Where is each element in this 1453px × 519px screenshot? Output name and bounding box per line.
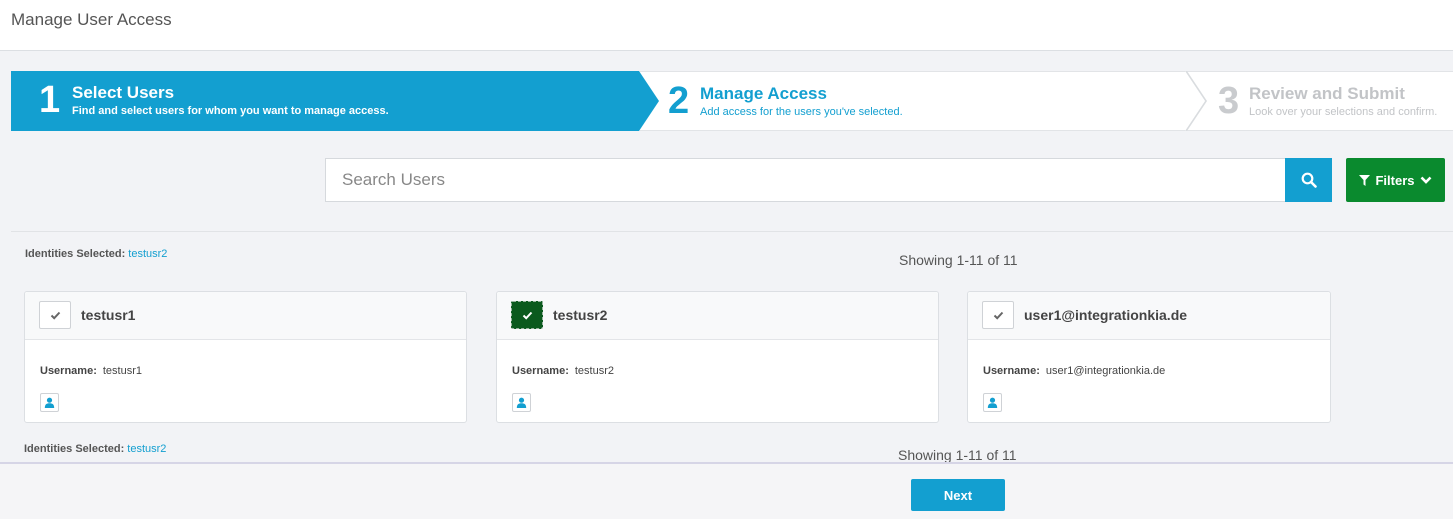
username-line: Username: testusr1 [40, 365, 142, 377]
user-name: testusr2 [553, 307, 608, 323]
next-button[interactable]: Next [911, 479, 1005, 511]
identities-selected-label: Identities Selected: [25, 248, 126, 260]
check-icon [993, 311, 1003, 320]
step-number: 1 [39, 79, 61, 121]
wizard-step-select-users[interactable]: 1 Select Users Find and select users for… [11, 71, 659, 131]
identities-selected-top: Identities Selected: testusr2 [25, 248, 167, 260]
filters-label: Filters [1375, 172, 1415, 188]
wizard-step-review-submit: 3 Review and Submit Look over your selec… [1191, 71, 1453, 131]
check-icon [522, 311, 532, 320]
step-title: Review and Submit [1249, 84, 1405, 103]
user-icon [987, 397, 998, 408]
select-checkbox-checked[interactable] [511, 301, 543, 329]
chevron-down-icon [1420, 176, 1431, 184]
username-label: Username: [512, 365, 569, 377]
selected-identity-link[interactable]: testusr2 [127, 443, 166, 455]
funnel-icon [1359, 174, 1371, 186]
footer-bar [0, 464, 1453, 519]
card-header: testusr2 [497, 292, 938, 340]
pagination-showing-top: Showing 1-11 of 11 [899, 252, 1018, 268]
username-value: testusr2 [574, 365, 614, 377]
wizard-step-manage-access[interactable]: 2 Manage Access Add access for the users… [640, 71, 1208, 131]
step-divider-chevron [1185, 71, 1207, 131]
username-line: Username: testusr2 [512, 365, 614, 377]
username-label: Username: [40, 365, 97, 377]
step-description: Look over your selections and confirm. [1249, 106, 1438, 118]
selected-identity-link[interactable]: testusr2 [128, 248, 167, 260]
user-card-testusr1[interactable]: testusr1 Username: testusr1 [24, 291, 467, 423]
card-header: user1@integrationkia.de [968, 292, 1330, 340]
user-icon [44, 397, 55, 408]
username-label: Username: [983, 365, 1040, 377]
user-detail-button[interactable] [512, 393, 531, 412]
username-value: user1@integrationkia.de [1045, 365, 1166, 377]
wizard-steps: 1 Select Users Find and select users for… [11, 71, 1453, 131]
step-description: Find and select users for whom you want … [72, 105, 389, 117]
search-button[interactable] [1285, 158, 1332, 202]
username-line: Username: user1@integrationkia.de [983, 365, 1165, 377]
step-description: Add access for the users you've selected… [700, 106, 903, 118]
search-icon [1301, 172, 1317, 188]
user-icon [516, 397, 527, 408]
card-header: testusr1 [25, 292, 466, 340]
user-name: user1@integrationkia.de [1024, 307, 1188, 323]
user-detail-button[interactable] [40, 393, 59, 412]
identities-selected-bottom: Identities Selected: testusr2 [24, 443, 166, 455]
pagination-showing-bottom: Showing 1-11 of 11 [898, 447, 1017, 463]
step-title: Manage Access [700, 84, 827, 103]
step-title: Select Users [72, 83, 175, 102]
username-value: testusr1 [102, 365, 142, 377]
step-number: 2 [668, 80, 690, 122]
select-checkbox[interactable] [39, 301, 71, 329]
user-card-user1[interactable]: user1@integrationkia.de Username: user1@i… [967, 291, 1331, 423]
identities-selected-label: Identities Selected: [24, 443, 125, 455]
check-icon [50, 311, 60, 320]
select-checkbox[interactable] [982, 301, 1014, 329]
step-number: 3 [1218, 80, 1240, 122]
divider [11, 231, 1453, 232]
page-header: Manage User Access [0, 0, 1453, 51]
user-name: testusr1 [81, 307, 136, 323]
search-input[interactable] [325, 158, 1287, 202]
filters-button[interactable]: Filters [1346, 158, 1445, 202]
user-detail-button[interactable] [983, 393, 1002, 412]
user-card-testusr2[interactable]: testusr2 Username: testusr2 [496, 291, 939, 423]
page-title: Manage User Access [11, 10, 172, 29]
